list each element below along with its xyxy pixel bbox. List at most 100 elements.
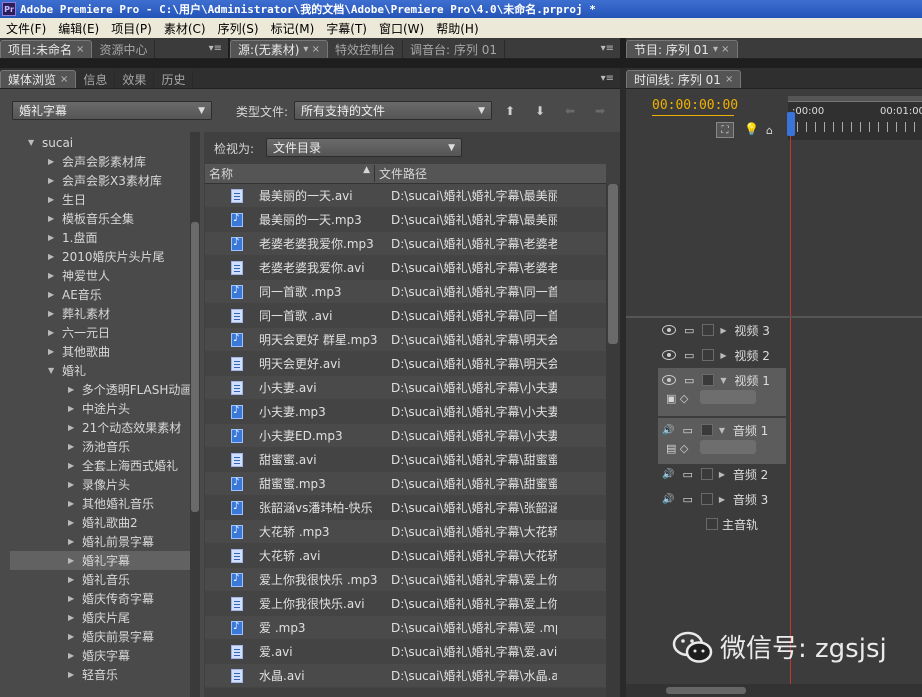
up-arrow-icon[interactable]: ⬆ — [500, 102, 520, 120]
folder-item[interactable]: ▶ 21个动态效果素材 — [10, 418, 190, 437]
folder-item[interactable]: ▶ 模板音乐全集 — [10, 209, 190, 228]
file-row[interactable]: 最美丽的一天.avi D:\sucai\婚礼\婚礼字幕\最美丽 — [205, 184, 606, 208]
file-row[interactable]: 爱上你我很快乐.avi D:\sucai\婚礼\婚礼字幕\爱上你 — [205, 592, 606, 616]
file-row[interactable]: 老婆老婆我爱你.mp3 D:\sucai\婚礼\婚礼字幕\老婆老 — [205, 232, 606, 256]
tab-program[interactable]: 节目: 序列 01 ▾ × — [626, 40, 738, 58]
sync-lock-icon[interactable]: ▭ — [684, 324, 694, 337]
track-lock-checkbox[interactable] — [700, 468, 713, 480]
tab-media-browser[interactable]: 媒体浏览 × — [0, 70, 77, 88]
folder-item[interactable]: ▶ 婚庆字幕 — [10, 646, 190, 665]
down-arrow-icon[interactable]: ⬇ — [530, 102, 550, 120]
file-row[interactable]: 大花轿 .mp3 D:\sucai\婚礼\婚礼字幕\大花轿 — [205, 520, 606, 544]
collapsed-triangle-icon[interactable]: ▶ — [68, 385, 82, 394]
timeline-scrollbar[interactable] — [626, 684, 922, 697]
collapsed-triangle-icon[interactable]: ▶ — [68, 461, 82, 470]
folder-item[interactable]: ▶ 全套上海西式婚礼 — [10, 456, 190, 475]
collapsed-triangle-icon[interactable]: ▶ — [68, 537, 82, 546]
folder-item[interactable]: ▶ 神爱世人 — [10, 266, 190, 285]
collapsed-triangle-icon[interactable]: ▶ — [48, 195, 62, 204]
speaker-icon[interactable]: 🔊 — [662, 469, 674, 480]
expanded-triangle-icon[interactable]: ▼ — [48, 366, 62, 375]
track-lock-checkbox[interactable] — [706, 518, 718, 530]
tab-info[interactable]: 信息 — [76, 70, 116, 88]
file-row[interactable]: 老婆老婆我爱你.avi D:\sucai\婚礼\婚礼字幕\老婆老 — [205, 256, 606, 280]
file-row[interactable]: 小夫妻.avi D:\sucai\婚礼\婚礼字幕\小夫妻 — [205, 376, 606, 400]
close-icon[interactable]: × — [76, 44, 84, 55]
file-row[interactable]: 水晶.avi D:\sucai\婚礼\婚礼字幕\水晶.a — [205, 664, 606, 688]
menu-window[interactable]: 窗口(W) — [373, 20, 430, 37]
folder-item[interactable]: ▶ AE音乐 — [10, 285, 190, 304]
expanded-triangle-icon[interactable]: ▼ — [719, 426, 733, 435]
folder-item[interactable]: ▶ 婚礼音乐 — [10, 570, 190, 589]
folder-item[interactable]: ▶ 多个透明FLASH动画 — [10, 380, 190, 399]
file-list-scrollbar[interactable] — [606, 184, 620, 697]
folder-item[interactable]: ▶ 中途片头 — [10, 399, 190, 418]
view-as-dropdown[interactable]: 文件目录 ▼ — [266, 138, 462, 157]
tab-timeline[interactable]: 时间线: 序列 01 × — [626, 70, 742, 88]
file-row[interactable]: 最美丽的一天.mp3 D:\sucai\婚礼\婚礼字幕\最美丽 — [205, 208, 606, 232]
timecode-display[interactable]: 00:00:00:00 — [652, 98, 738, 113]
menu-title[interactable]: 字幕(T) — [320, 20, 373, 37]
folder-item[interactable]: ▶ 婚礼歌曲2 — [10, 513, 190, 532]
track-lock-checkbox[interactable] — [700, 424, 713, 436]
collapsed-triangle-icon[interactable]: ▶ — [68, 442, 82, 451]
track-lock-checkbox[interactable] — [702, 324, 715, 336]
panel-menu-icon[interactable]: ▾≡ — [601, 73, 614, 84]
track-header[interactable]: 🔊 ▭ ▼ 音频 1 — [658, 418, 768, 442]
folder-item[interactable]: ▶ 会声会影素材库 — [10, 152, 190, 171]
collapsed-triangle-icon[interactable]: ▶ — [48, 252, 62, 261]
time-ruler[interactable]: :00:00 00:01:00 — [788, 96, 922, 140]
waveform-icon[interactable]: ▤ ◇ — [666, 442, 688, 455]
dropdown-arrow-icon[interactable]: ▾ × — [303, 44, 320, 55]
close-icon[interactable]: × — [725, 74, 733, 85]
menu-marker[interactable]: 标记(M) — [265, 20, 321, 37]
collapsed-triangle-icon[interactable]: ▶ — [68, 499, 82, 508]
folder-item[interactable]: ▶ 2010婚庆片头片尾 — [10, 247, 190, 266]
eye-icon[interactable] — [662, 375, 676, 385]
track-header[interactable]: 🔊 ▭ ▶ 音频 2 — [658, 462, 768, 486]
folder-item[interactable]: ▶ 其他婚礼音乐 — [10, 494, 190, 513]
location-dropdown[interactable]: 婚礼字幕 ▼ — [12, 101, 212, 120]
track-lock-checkbox[interactable] — [702, 349, 715, 361]
folder-item[interactable]: ▶ 婚庆传奇字幕 — [10, 589, 190, 608]
playhead-handle[interactable] — [787, 112, 795, 136]
file-row[interactable]: 爱上你我很快乐 .mp3 D:\sucai\婚礼\婚礼字幕\爱上你 — [205, 568, 606, 592]
menu-clip[interactable]: 素材(C) — [158, 20, 212, 37]
eye-icon[interactable] — [662, 325, 676, 335]
forward-arrow-icon[interactable]: ➡ — [590, 102, 610, 120]
folder-item[interactable]: ▶ 其他歌曲 — [10, 342, 190, 361]
eye-icon[interactable] — [662, 350, 676, 360]
folder-item[interactable]: ▶ 六一元日 — [10, 323, 190, 342]
collapsed-triangle-icon[interactable]: ▶ — [48, 347, 62, 356]
timeline-zoom-slider[interactable] — [666, 687, 746, 694]
collapsed-triangle-icon[interactable]: ▶ — [48, 176, 62, 185]
collapsed-triangle-icon[interactable]: ▶ — [48, 157, 62, 166]
snap-icon[interactable]: ⛶ — [716, 122, 734, 138]
column-header-path[interactable]: 文件路径 — [375, 165, 427, 182]
collapsed-triangle-icon[interactable]: ▶ — [48, 271, 62, 280]
collapsed-triangle-icon[interactable]: ▶ — [68, 594, 82, 603]
menu-sequence[interactable]: 序列(S) — [212, 20, 265, 37]
track-header[interactable]: ▭ ▼ 视频 1 — [658, 368, 770, 392]
menu-help[interactable]: 帮助(H) — [430, 20, 484, 37]
tab-effect-controls[interactable]: 特效控制台 — [328, 40, 404, 58]
tab-resource-center[interactable]: 资源中心 — [92, 40, 156, 58]
folder-item[interactable]: ▶ 1.盘面 — [10, 228, 190, 247]
column-header-name[interactable]: 名称 ▲ — [205, 165, 375, 182]
track-lock-checkbox[interactable] — [700, 493, 713, 505]
track-lock-checkbox[interactable] — [702, 374, 715, 386]
sync-lock-icon[interactable]: ▭ — [682, 424, 692, 437]
file-row[interactable]: 小夫妻ED.mp3 D:\sucai\婚礼\婚礼字幕\小夫妻 — [205, 424, 606, 448]
close-icon[interactable]: × — [60, 74, 68, 85]
sync-lock-icon[interactable]: ▭ — [684, 374, 694, 387]
collapsed-triangle-icon[interactable]: ▶ — [720, 351, 734, 360]
file-row[interactable]: 大花轿 .avi D:\sucai\婚礼\婚礼字幕\大花轿 — [205, 544, 606, 568]
tab-audio-mixer[interactable]: 调音台: 序列 01 — [403, 40, 505, 58]
file-row[interactable]: 甜蜜蜜.mp3 D:\sucai\婚礼\婚礼字幕\甜蜜蜜 — [205, 472, 606, 496]
folder-item[interactable]: ▶ 葬礼素材 — [10, 304, 190, 323]
volume-control[interactable] — [700, 440, 756, 454]
folder-item[interactable]: ▶ 会声会影X3素材库 — [10, 171, 190, 190]
folder-item[interactable]: ▶ 录像片头 — [10, 475, 190, 494]
expanded-triangle-icon[interactable]: ▼ — [28, 138, 42, 147]
back-arrow-icon[interactable]: ⬅ — [560, 102, 580, 120]
